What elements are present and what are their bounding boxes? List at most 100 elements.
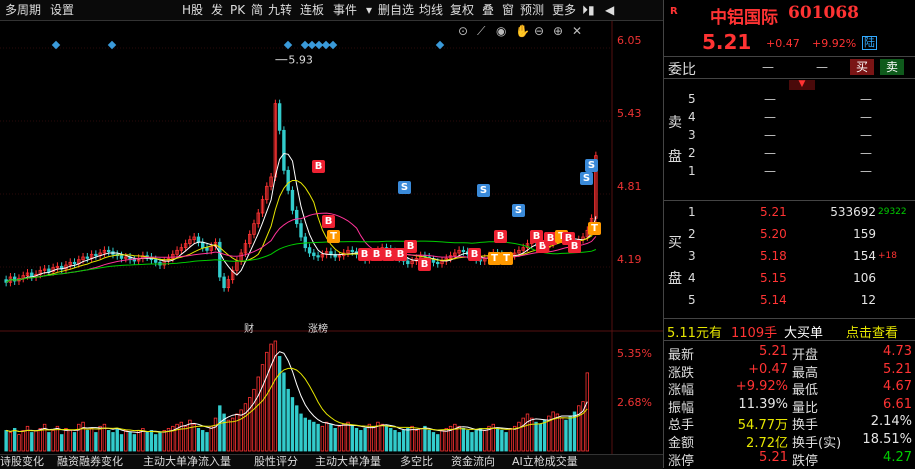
toolbar-item[interactable]: 复权 bbox=[450, 0, 474, 20]
buy-level: 3 bbox=[688, 249, 696, 263]
collapse-icon[interactable]: ▼ bbox=[789, 80, 815, 90]
volume-bar bbox=[538, 423, 543, 452]
chart-tool-icon[interactable]: ⊖ bbox=[534, 24, 544, 38]
bigorder-link[interactable]: 点击查看 bbox=[846, 322, 898, 341]
toolbar-item[interactable]: PK bbox=[230, 0, 245, 20]
signal-marker[interactable]: T bbox=[500, 252, 513, 265]
toolbar-item[interactable]: ⏵▮ bbox=[582, 0, 595, 20]
signal-marker[interactable]: B bbox=[418, 258, 431, 271]
toolbar-item[interactable]: H股 bbox=[182, 0, 203, 20]
chart-tool-icon[interactable]: ⊙ bbox=[458, 24, 468, 38]
signal-marker[interactable]: B bbox=[468, 248, 481, 261]
sell-volume: — bbox=[860, 110, 872, 124]
volume-bar bbox=[555, 413, 560, 452]
toolbar-item[interactable]: 简 bbox=[251, 0, 263, 20]
volume-bar bbox=[235, 413, 239, 452]
chart-tool-icon[interactable]: ◉ bbox=[496, 24, 506, 38]
volume-bar bbox=[359, 430, 363, 452]
volume-bar bbox=[154, 434, 158, 452]
stat-label: 换手 bbox=[792, 418, 819, 434]
signal-marker[interactable]: S bbox=[580, 172, 593, 185]
volume-bar bbox=[457, 425, 461, 452]
volume-bar bbox=[350, 425, 354, 452]
volume-bar bbox=[423, 425, 427, 452]
toolbar-item[interactable]: 连板 bbox=[300, 0, 324, 20]
toolbar-item[interactable]: ◀ bbox=[605, 0, 614, 20]
volume-bar bbox=[282, 372, 286, 452]
volume-bar bbox=[414, 430, 419, 452]
volume-bar bbox=[354, 427, 359, 452]
volume-bar bbox=[512, 425, 517, 452]
signal-marker[interactable]: T bbox=[588, 222, 601, 235]
signal-marker[interactable]: S bbox=[398, 181, 411, 194]
volume-bar bbox=[551, 411, 555, 452]
stat-value: 5.21 bbox=[883, 361, 912, 377]
indicator-tab[interactable]: AI立枪成交量 bbox=[512, 455, 578, 469]
signal-marker[interactable]: S bbox=[512, 204, 525, 217]
volume-bar bbox=[132, 434, 137, 452]
volume-bar bbox=[17, 434, 21, 452]
buy-button[interactable]: 买 bbox=[850, 59, 874, 75]
volume-bar bbox=[72, 432, 77, 452]
sell-button[interactable]: 卖 bbox=[880, 59, 904, 75]
signal-marker[interactable]: B bbox=[568, 240, 581, 253]
chart-tool-icon[interactable]: ✕ bbox=[572, 24, 582, 38]
toolbar-item[interactable]: 均线 bbox=[419, 0, 443, 20]
indicator-tab[interactable]: 主动大单净量 bbox=[315, 455, 381, 469]
candle-body bbox=[406, 260, 410, 265]
sell-level: 5 bbox=[688, 92, 696, 106]
toolbar-item[interactable]: 叠 bbox=[482, 0, 494, 20]
signal-marker[interactable]: S bbox=[477, 184, 490, 197]
toolbar-item[interactable]: ▾ bbox=[366, 0, 372, 20]
toolbar-item[interactable]: 预测 bbox=[520, 0, 544, 20]
indicator-tab[interactable]: 多空比 bbox=[400, 455, 433, 469]
toolbar-item[interactable]: 更多 bbox=[552, 0, 576, 20]
chart-tool-icon[interactable]: ⟋ bbox=[477, 24, 486, 38]
toolbar-item[interactable]: 事件 bbox=[333, 0, 357, 20]
volume-bar bbox=[363, 427, 367, 452]
signal-marker[interactable]: S bbox=[585, 159, 598, 172]
signal-marker[interactable]: B bbox=[312, 160, 325, 173]
sell-volume: — bbox=[860, 146, 872, 160]
toolbar-item[interactable]: 多周期 bbox=[5, 0, 41, 20]
candle-body bbox=[431, 259, 436, 263]
volume-bar bbox=[77, 423, 81, 452]
toolbar-item[interactable]: 删自选 bbox=[378, 0, 414, 20]
volume-bar bbox=[436, 434, 440, 452]
signal-marker[interactable]: B bbox=[322, 215, 335, 228]
volume-bar bbox=[329, 423, 333, 452]
volume-bar bbox=[500, 430, 504, 452]
volume-bar bbox=[68, 430, 72, 452]
signal-marker[interactable]: B bbox=[404, 240, 417, 253]
candle-body bbox=[461, 249, 466, 253]
sell-level: 2 bbox=[688, 146, 696, 160]
stat-value: 18.51% bbox=[862, 432, 912, 447]
indicator-tab[interactable]: 资金流向 bbox=[451, 455, 495, 469]
stock-badge: R bbox=[670, 6, 678, 17]
volume-bar bbox=[89, 427, 94, 452]
indicator-tab[interactable]: 诗股变化 bbox=[0, 455, 44, 469]
chart-tool-icon[interactable]: ✋ bbox=[515, 24, 530, 38]
signal-marker[interactable]: B bbox=[494, 230, 507, 243]
volume-bar bbox=[119, 434, 124, 452]
toolbar-item[interactable]: 九转 bbox=[268, 0, 292, 20]
volume-bar bbox=[371, 425, 376, 452]
indicator-tab[interactable]: 融资融券变化 bbox=[57, 455, 123, 469]
signal-marker[interactable]: T bbox=[327, 230, 340, 243]
stat-label: 最新 bbox=[668, 348, 695, 363]
indicator-tab[interactable]: 股性评分 bbox=[254, 455, 298, 469]
buy-volume-delta: +18 bbox=[878, 251, 897, 261]
event-label[interactable]: 涨榜 bbox=[308, 320, 328, 335]
toolbar-item[interactable]: 发 bbox=[211, 0, 223, 20]
indicator-tab[interactable]: 主动大单净流入量 bbox=[143, 455, 231, 469]
volume-bar bbox=[265, 351, 269, 452]
stat-value: 4.67 bbox=[883, 379, 912, 395]
toolbar-item[interactable]: 设置 bbox=[50, 0, 74, 20]
chart-tool-icon[interactable]: ⊕ bbox=[553, 24, 563, 38]
price-tick: 4.81 bbox=[617, 180, 642, 193]
volume-bar bbox=[34, 430, 38, 452]
event-label[interactable]: 财 bbox=[244, 320, 254, 335]
toolbar-item[interactable]: 窗 bbox=[502, 0, 514, 20]
volume-bar bbox=[128, 432, 132, 452]
buy-volume: 533692 bbox=[830, 205, 876, 219]
